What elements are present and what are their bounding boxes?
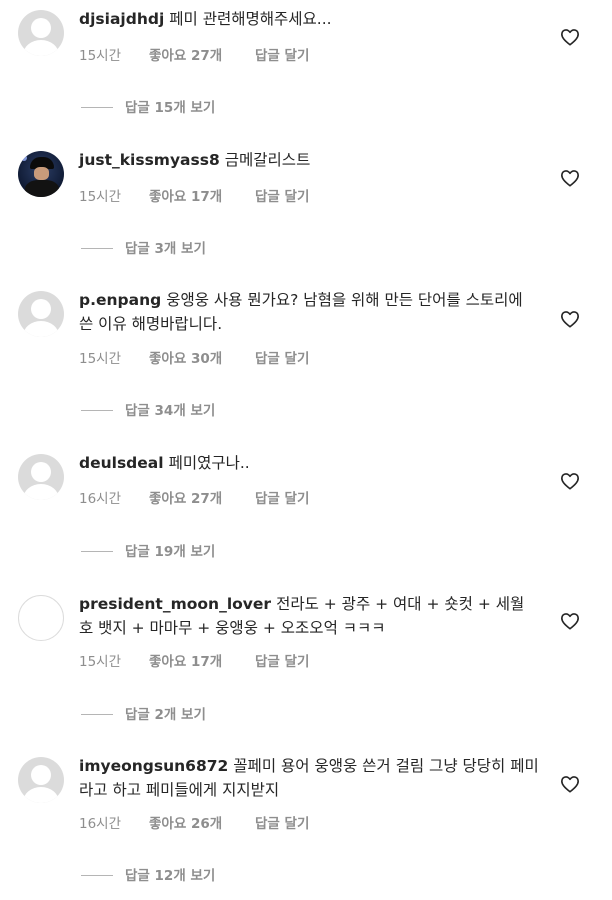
- view-replies-button[interactable]: 답글 15개 보기: [81, 96, 215, 116]
- comment-username[interactable]: president_moon_lover: [79, 595, 271, 613]
- view-replies-button[interactable]: 답글 3개 보기: [81, 237, 206, 257]
- view-replies-button[interactable]: 답글 2개 보기: [81, 703, 206, 723]
- default-avatar-icon[interactable]: [18, 10, 64, 56]
- blank-avatar[interactable]: [18, 595, 64, 641]
- reply-button[interactable]: 답글 달기: [255, 185, 309, 205]
- heart-outline-icon[interactable]: [560, 612, 580, 630]
- replies-divider-line: [81, 409, 113, 411]
- comment-text: 페미였구나..: [168, 454, 250, 472]
- comment-time: 15시간: [79, 48, 122, 64]
- replies-divider-line: [81, 550, 113, 552]
- replies-divider-line: [81, 874, 113, 876]
- replies-divider-line: [81, 247, 113, 249]
- comment-time: 15시간: [79, 189, 122, 205]
- reply-button[interactable]: 답글 달기: [255, 812, 309, 832]
- comment-likes-link[interactable]: 좋아요 26개: [149, 812, 255, 832]
- heart-outline-icon[interactable]: [560, 472, 580, 490]
- comment-username[interactable]: imyeongsun6872: [79, 757, 228, 775]
- comment-meta: 16시간 좋아요 26개 답글 달기: [79, 812, 309, 832]
- comment-meta: 15시간 좋아요 27개 답글 달기: [79, 44, 309, 64]
- comment-meta: 15시간 좋아요 17개 답글 달기: [79, 185, 309, 205]
- default-avatar-icon[interactable]: [18, 757, 64, 803]
- heart-outline-icon[interactable]: [560, 169, 580, 187]
- comment-likes-link[interactable]: 좋아요 17개: [149, 650, 255, 670]
- comment-time: 15시간: [79, 351, 122, 367]
- heart-outline-icon[interactable]: [560, 310, 580, 328]
- comment-likes-link[interactable]: 좋아요 17개: [149, 185, 255, 205]
- reply-button[interactable]: 답글 달기: [255, 487, 309, 507]
- view-replies-label: 답글 19개 보기: [125, 544, 216, 560]
- comment-meta: 15시간 좋아요 17개 답글 달기: [79, 650, 309, 670]
- view-replies-label: 답글 34개 보기: [125, 403, 216, 419]
- comment-meta: 16시간 좋아요 27개 답글 달기: [79, 487, 309, 507]
- view-replies-label: 답글 15개 보기: [125, 100, 216, 116]
- reply-button[interactable]: 답글 달기: [255, 44, 309, 64]
- comment-username[interactable]: p.enpang: [79, 291, 161, 309]
- comment-text: 금메갈리스트: [224, 151, 311, 169]
- comment-likes-link[interactable]: 좋아요 30개: [149, 347, 255, 367]
- reply-button[interactable]: 답글 달기: [255, 347, 309, 367]
- view-replies-button[interactable]: 답글 12개 보기: [81, 864, 215, 884]
- comment-text: 페미 관련해명해주세요...: [169, 10, 332, 28]
- view-replies-label: 답글 2개 보기: [125, 707, 206, 723]
- comment-meta: 15시간 좋아요 30개 답글 달기: [79, 347, 309, 367]
- comment-likes-link[interactable]: 좋아요 27개: [149, 44, 255, 64]
- reply-button[interactable]: 답글 달기: [255, 650, 309, 670]
- comment-time: 16시간: [79, 816, 122, 832]
- heart-outline-icon[interactable]: [560, 775, 580, 793]
- view-replies-button[interactable]: 답글 34개 보기: [81, 399, 215, 419]
- profile-photo[interactable]: [18, 151, 64, 197]
- default-avatar-icon[interactable]: [18, 454, 64, 500]
- view-replies-label: 답글 3개 보기: [125, 241, 206, 257]
- replies-divider-line: [81, 106, 113, 108]
- comment-time: 16시간: [79, 491, 122, 507]
- heart-outline-icon[interactable]: [560, 28, 580, 46]
- comment-username[interactable]: just_kissmyass8: [79, 151, 220, 169]
- view-replies-label: 답글 12개 보기: [125, 868, 216, 884]
- comment-username[interactable]: djsiajdhdj: [79, 10, 164, 28]
- comment-likes-link[interactable]: 좋아요 27개: [149, 487, 255, 507]
- comment-username[interactable]: deulsdeal: [79, 454, 164, 472]
- default-avatar-icon[interactable]: [18, 291, 64, 337]
- replies-divider-line: [81, 713, 113, 715]
- comment-time: 15시간: [79, 654, 122, 670]
- view-replies-button[interactable]: 답글 19개 보기: [81, 540, 215, 560]
